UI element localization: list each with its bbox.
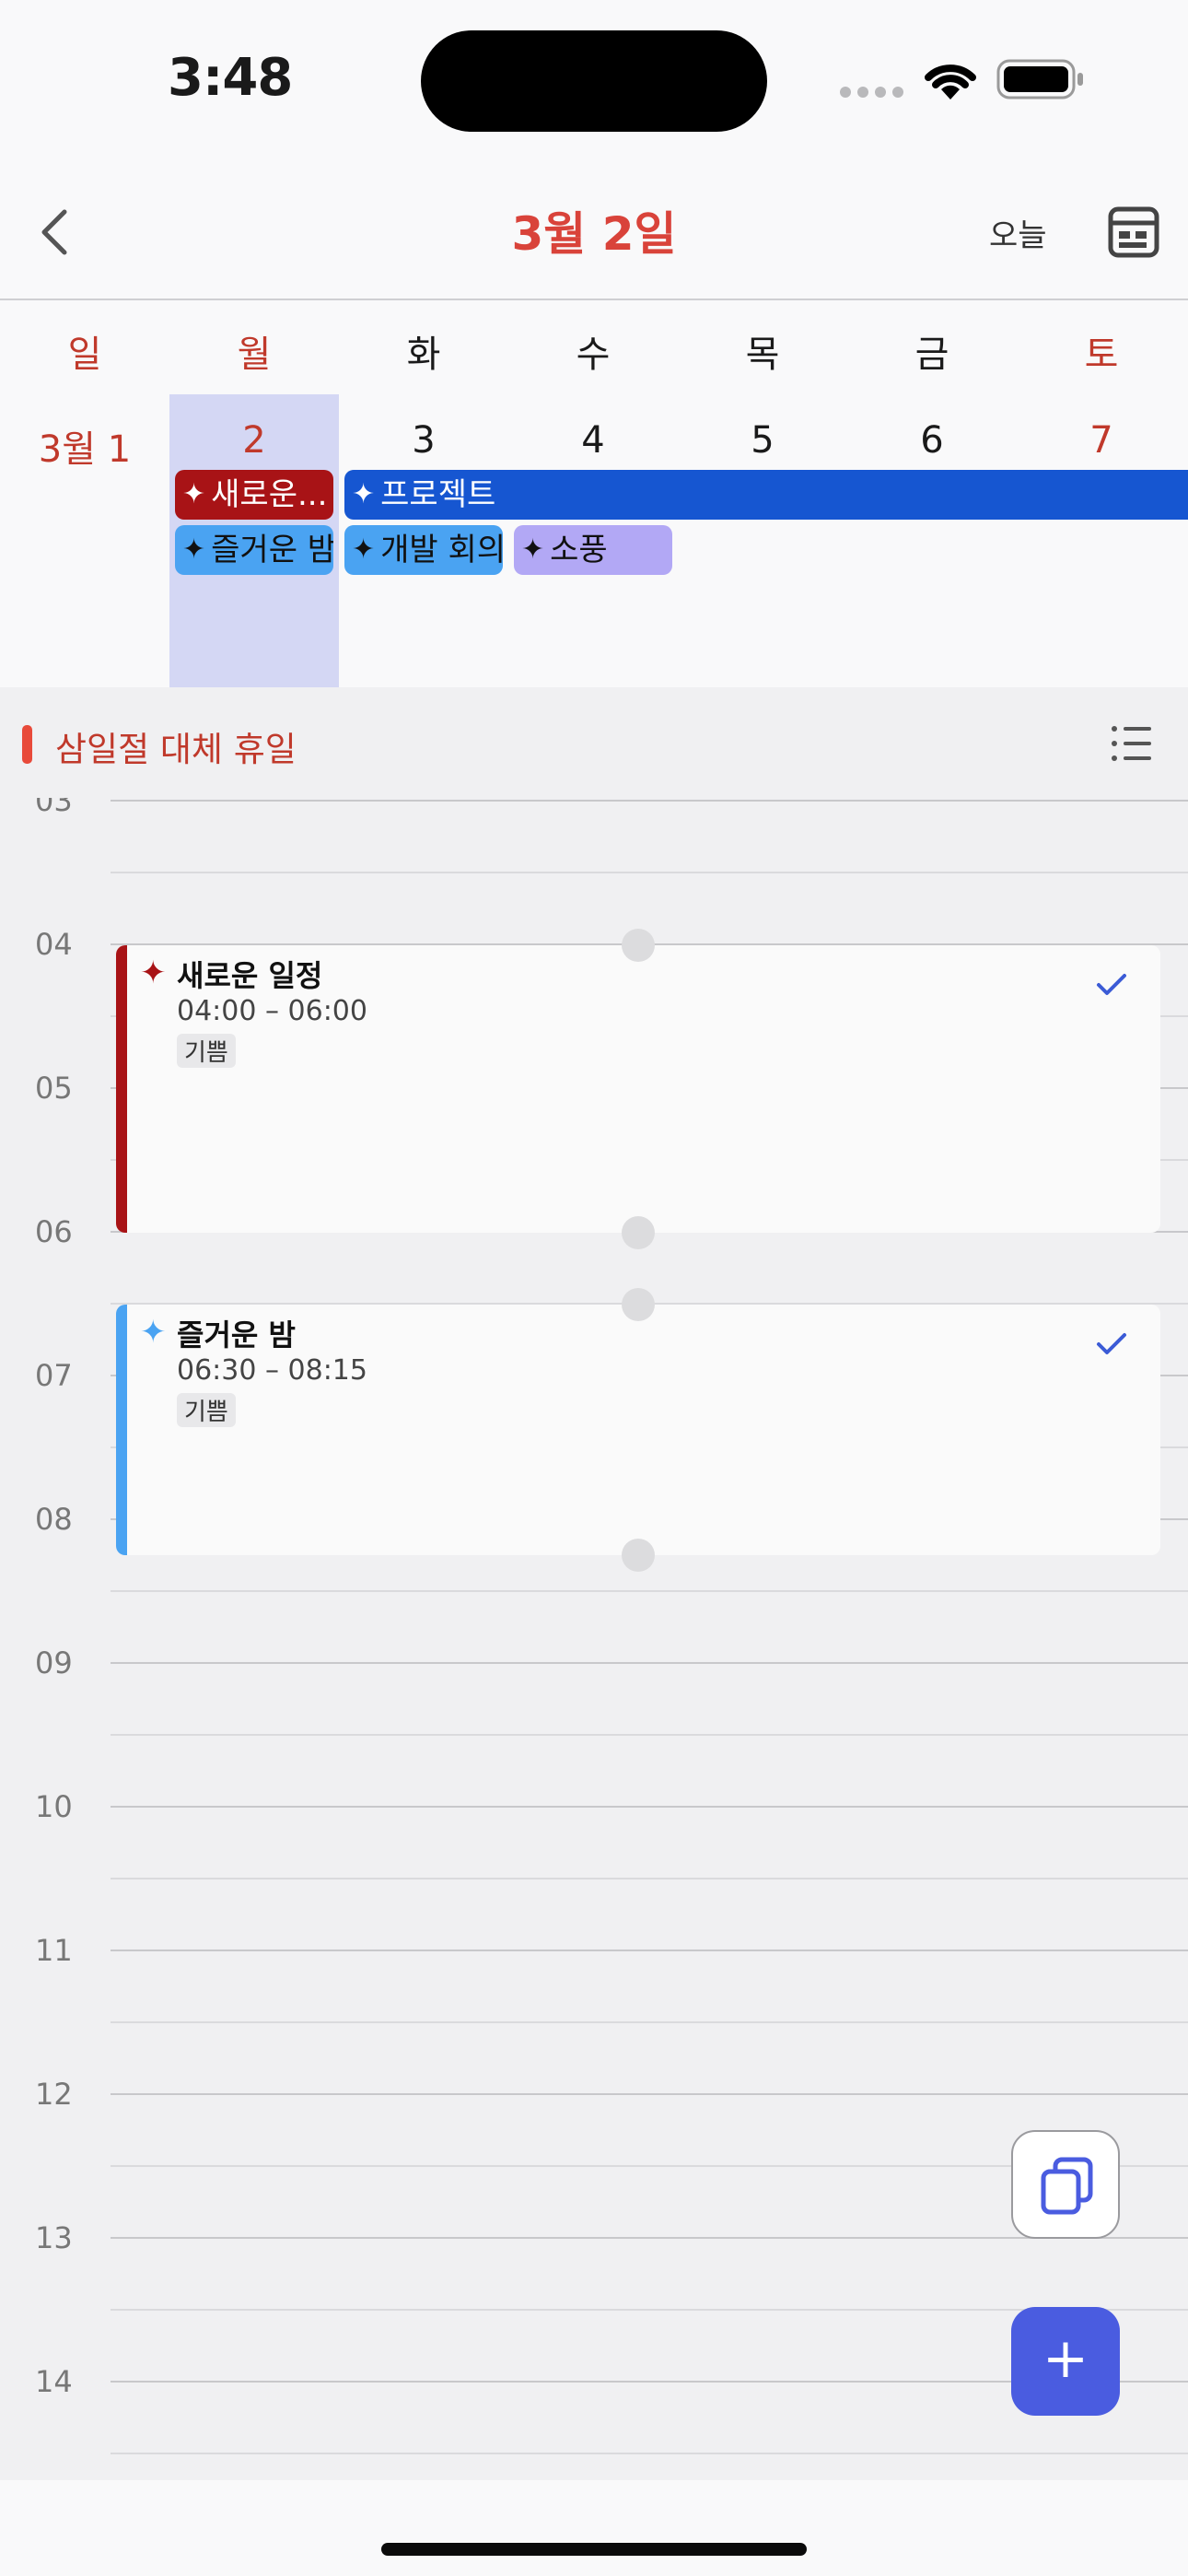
weekday-mon: 월 (237, 334, 272, 376)
event-card-new-schedule[interactable]: ✦ 새로운 일정 04:00 – 06:00 기쁨 (116, 945, 1160, 1233)
week-event-fun-night[interactable]: ✦ 즐거운 밤 (175, 525, 333, 575)
day-2[interactable]: 2 (169, 419, 339, 462)
sparkle-icon: ✦ (352, 478, 376, 510)
hour-line (111, 2093, 1188, 2095)
wifi-icon (925, 64, 976, 100)
week-event-label: 소풍 (550, 532, 608, 568)
copy-icon (1041, 2157, 1093, 2215)
day-3[interactable]: 3 (339, 419, 508, 462)
home-indicator[interactable] (381, 2543, 807, 2556)
weekday-fri: 금 (914, 334, 949, 376)
half-hour-line (111, 2453, 1188, 2454)
day-6[interactable]: 6 (847, 419, 1017, 462)
hour-label: 06 (35, 1214, 73, 1249)
cellular-signal-icon (840, 87, 903, 98)
half-hour-line (111, 1734, 1188, 1736)
hour-line (111, 1662, 1188, 1664)
hour-label: 14 (35, 2364, 73, 2399)
hour-label: 04 (35, 927, 73, 962)
week-event-label: 프로젝트 (380, 476, 496, 513)
event-card-fun-night[interactable]: ✦ 즐거운 밤 06:30 – 08:15 기쁨 (116, 1305, 1160, 1555)
checkmark-icon[interactable] (1096, 973, 1127, 997)
week-event-label: 개발 회의 (380, 532, 503, 568)
half-hour-line (111, 2021, 1188, 2023)
holiday-label[interactable]: 삼일절 대체 휴일 (55, 721, 297, 771)
week-event-label: 즐거운 밤 (211, 532, 333, 568)
hour-label: 03 (35, 798, 73, 818)
event-tag: 기쁨 (177, 1034, 236, 1068)
day-7[interactable]: 7 (1017, 419, 1186, 462)
hour-label: 11 (35, 1933, 73, 1968)
hour-label: 07 (35, 1358, 73, 1393)
sparkle-icon: ✦ (140, 1314, 167, 1351)
battery-icon (996, 59, 1083, 100)
sparkle-icon: ✦ (521, 533, 545, 566)
drag-handle-top[interactable] (622, 1288, 655, 1321)
sparkle-icon: ✦ (182, 533, 206, 566)
drag-handle-top[interactable] (622, 929, 655, 962)
week-event-picnic[interactable]: ✦ 소풍 (514, 525, 672, 575)
event-color-bar (116, 945, 127, 1233)
half-hour-line (111, 1878, 1188, 1879)
event-color-bar (116, 1305, 127, 1555)
weekday-tue: 화 (406, 334, 441, 376)
weekday-sat: 토 (1084, 334, 1119, 376)
list-icon[interactable] (1111, 724, 1153, 763)
plus-icon: + (1042, 2326, 1089, 2391)
drag-handle-bottom[interactable] (622, 1539, 655, 1572)
day-1[interactable]: 3월 1 (0, 419, 169, 473)
add-event-button[interactable]: + (1011, 2307, 1120, 2416)
sparkle-icon: ✦ (352, 533, 376, 566)
event-time: 06:30 – 08:15 (177, 1354, 367, 1387)
hour-label: 10 (35, 1789, 73, 1824)
calendar-view-icon[interactable] (1108, 206, 1159, 258)
drag-handle-bottom[interactable] (622, 1216, 655, 1249)
week-event-label: 새로운... (211, 476, 328, 513)
hour-label: 13 (35, 2220, 73, 2255)
day-5[interactable]: 5 (678, 419, 847, 462)
weekday-sun: 일 (67, 334, 102, 376)
day-4[interactable]: 4 (508, 419, 678, 462)
status-time: 3:48 (168, 48, 293, 108)
weekday-thu: 목 (745, 334, 780, 376)
checkmark-icon[interactable] (1096, 1332, 1127, 1356)
dynamic-island (421, 30, 767, 132)
day-timeline[interactable]: 03 04 05 06 07 08 09 10 11 12 13 14 ✦ 새로… (0, 798, 1188, 2480)
weekday-wed: 수 (576, 334, 611, 376)
event-time: 04:00 – 06:00 (177, 995, 367, 1027)
half-hour-line (111, 1590, 1188, 1592)
header-divider (0, 299, 1188, 300)
hour-label: 08 (35, 1502, 73, 1537)
half-hour-line (111, 872, 1188, 873)
event-title: 새로운 일정 (177, 958, 323, 993)
hour-line (111, 1806, 1188, 1808)
today-button[interactable]: 오늘 (989, 210, 1047, 255)
holiday-marker (22, 725, 32, 764)
hour-label: 05 (35, 1071, 73, 1106)
event-tag: 기쁨 (177, 1393, 236, 1427)
sparkle-icon: ✦ (140, 954, 167, 991)
hour-label: 12 (35, 2077, 73, 2112)
week-event-new-schedule[interactable]: ✦ 새로운... (175, 470, 333, 520)
event-title: 즐거운 밤 (177, 1317, 296, 1352)
sparkle-icon: ✦ (182, 478, 206, 510)
week-event-dev-meeting[interactable]: ✦ 개발 회의 (344, 525, 503, 575)
copy-button[interactable] (1011, 2130, 1120, 2239)
hour-line (111, 800, 1188, 802)
hour-line (111, 1950, 1188, 1951)
week-event-project[interactable]: ✦ 프로젝트 (344, 470, 1188, 520)
hour-label: 09 (35, 1645, 73, 1680)
